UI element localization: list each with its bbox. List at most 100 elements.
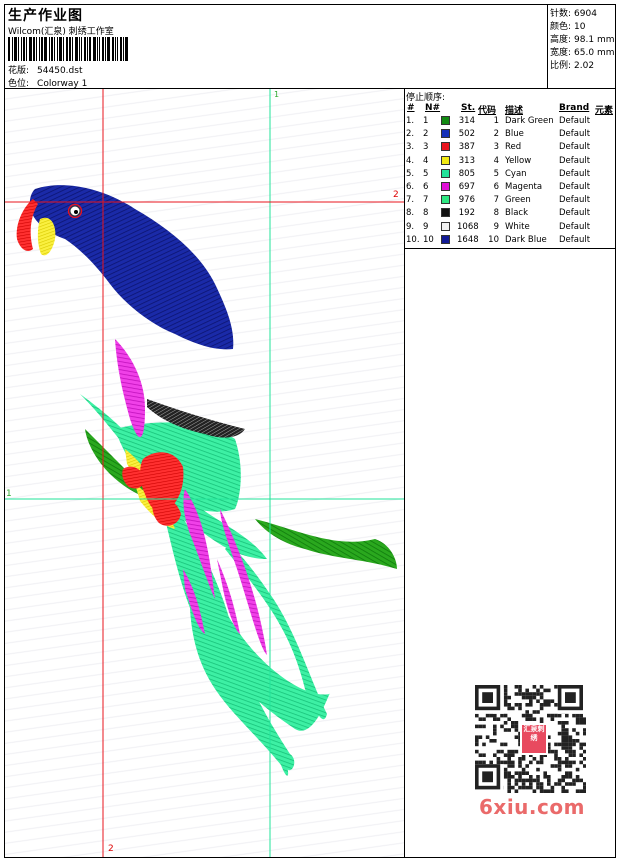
col-header-element: 元素: [595, 106, 614, 116]
stat-stitches-label: 针数:: [550, 9, 572, 19]
thread-row-needle: 7: [423, 195, 429, 206]
thread-row-code: 10: [488, 234, 499, 245]
thread-row-code: 7: [493, 195, 499, 206]
company-name: Wilcom(汇泉) 刺绣工作室: [8, 27, 114, 37]
thread-row-stitches: 976: [458, 195, 475, 206]
guide-label-vertical-green: 1: [274, 90, 280, 99]
thread-color-swatch: [441, 195, 450, 205]
thread-row-brand: Default: [559, 155, 591, 166]
thread-row-description: Green: [505, 195, 531, 206]
thread-color-swatch: [441, 129, 450, 139]
barcode: [8, 37, 143, 61]
thread-row-brand: Default: [559, 221, 591, 232]
thread-row-number: 4.: [406, 155, 415, 166]
sheet-title: 生产作业图: [8, 8, 83, 24]
thread-row-brand: Default: [559, 116, 591, 126]
thread-row: 7. 7 976 7 Green Default: [405, 195, 615, 208]
thread-row-description: White: [505, 221, 530, 232]
thread-row-needle: 5: [423, 168, 429, 179]
col-header-description: 描述: [505, 106, 524, 116]
thread-row-needle: 10: [423, 234, 434, 245]
thread-row-description: Blue: [505, 129, 524, 140]
thread-row-needle: 2: [423, 129, 429, 140]
design-file-line: 花版: 54450.dst: [8, 63, 82, 76]
stat-height-label: 高度:: [550, 35, 572, 45]
thread-row-brand: Default: [559, 208, 591, 219]
thread-row-brand: Default: [559, 142, 591, 153]
design-stats: 针数: 6904 颜色: 10 高度: 98.1 mm 宽度: 65.0 mm 比例: 2…: [548, 5, 615, 89]
thread-row: 8. 8 192 8 Black Default: [405, 208, 615, 221]
thread-color-swatch: [441, 142, 450, 152]
production-sheet: 生产作业图 Wilcom(汇泉) 刺绣工作室 花版: 54450.dst 色位: C…: [4, 4, 616, 858]
thread-stop-sequence-table: 停止顺序: # N# St. 代码 描述 Brand 元素 1. 1 314 1 Dar…: [405, 89, 615, 249]
thread-row-number: 2.: [406, 129, 415, 140]
thread-color-swatch: [441, 168, 450, 178]
stop-sequence-title: 停止顺序:: [406, 93, 446, 103]
thread-row-needle: 4: [423, 155, 429, 166]
thread-row-brand: Default: [559, 168, 591, 179]
thread-row: 5. 5 805 5 Cyan Default: [405, 168, 615, 182]
col-header-number: #: [407, 103, 415, 113]
thread-row: 4. 4 313 4 Yellow Default: [405, 155, 615, 169]
thread-row-stitches: 387: [458, 142, 475, 153]
thread-row-stitches: 314: [458, 116, 475, 126]
thread-row-code: 1: [493, 116, 499, 126]
thread-row-code: 4: [493, 155, 499, 166]
thread-color-swatch: [441, 221, 450, 231]
col-header-code: 代码: [478, 106, 497, 116]
thread-row-brand: Default: [559, 129, 591, 140]
thread-row-needle: 9: [423, 221, 429, 232]
thread-row-brand: Default: [559, 234, 591, 245]
thread-row-stitches: 805: [458, 168, 475, 179]
thread-row-number: 7.: [406, 195, 415, 206]
thread-row-stitches: 502: [458, 129, 475, 140]
stat-scale-label: 比例:: [550, 61, 572, 71]
thread-row: 2. 2 502 2 Blue Default: [405, 129, 615, 142]
thread-color-swatch: [441, 208, 450, 218]
col-header-stitches: St.: [461, 103, 476, 113]
stat-stitches-value: 6904: [574, 9, 597, 19]
thread-row-needle: 3: [423, 142, 429, 153]
thread-row-needle: 1: [423, 116, 429, 126]
thread-row-number: 3.: [406, 142, 415, 153]
thread-row-code: 2: [493, 129, 499, 140]
thread-row-description: Black: [505, 208, 528, 219]
guide-label-horizontal-red: 2: [393, 190, 399, 200]
thread-row: 6. 6 697 6 Magenta Default: [405, 182, 615, 195]
colorway-value: Colorway 1: [37, 79, 88, 89]
colorway-line: 色位: Colorway 1: [8, 76, 87, 89]
thread-row-stitches: 1068: [457, 221, 479, 232]
thread-row-number: 8.: [406, 208, 415, 219]
thread-row-description: Magenta: [505, 182, 543, 192]
thread-row-description: Dark Green: [505, 116, 554, 126]
stat-stitches: 针数: 6904: [550, 6, 597, 19]
thread-row: 1. 1 314 1 Dark Green Default: [405, 116, 615, 129]
thread-row-stitches: 1648: [457, 234, 479, 245]
thread-row-number: 10.: [406, 234, 420, 245]
parrot-embroidery-artwork: [5, 89, 404, 857]
stat-width-value: 65.0 mm: [574, 48, 615, 58]
stat-colors-value: 10: [574, 22, 586, 32]
thread-row: 10. 10 1648 10 Dark Blue Default: [405, 234, 615, 248]
thread-row-description: Red: [505, 142, 522, 153]
thread-row-stitches: 192: [458, 208, 475, 219]
thread-row-number: 5.: [406, 168, 415, 179]
thread-row-brand: Default: [559, 195, 591, 206]
thread-row-brand: Default: [559, 182, 591, 192]
thread-color-swatch: [441, 155, 450, 165]
thread-row-number: 9.: [406, 221, 415, 232]
embroidery-design-canvas[interactable]: 1 2 1 2: [5, 89, 405, 857]
stat-scale: 比例: 2.02: [550, 58, 594, 71]
guide-label-horizontal-green: 1: [6, 489, 12, 499]
thread-row-code: 6: [493, 182, 499, 192]
stat-height-value: 98.1 mm: [574, 35, 615, 45]
thread-row: 9. 9 1068 9 White Default: [405, 221, 615, 235]
stat-scale-value: 2.02: [574, 61, 595, 71]
thread-color-swatch: [441, 234, 450, 244]
stat-colors-label: 颜色:: [550, 22, 572, 32]
thread-row: 3. 3 387 3 Red Default: [405, 142, 615, 155]
design-file-value: 54450.dst: [37, 66, 83, 76]
guide-label-vertical-red: 2: [108, 844, 114, 854]
thread-row-description: Cyan: [505, 168, 527, 179]
col-header-brand: Brand: [559, 103, 590, 113]
